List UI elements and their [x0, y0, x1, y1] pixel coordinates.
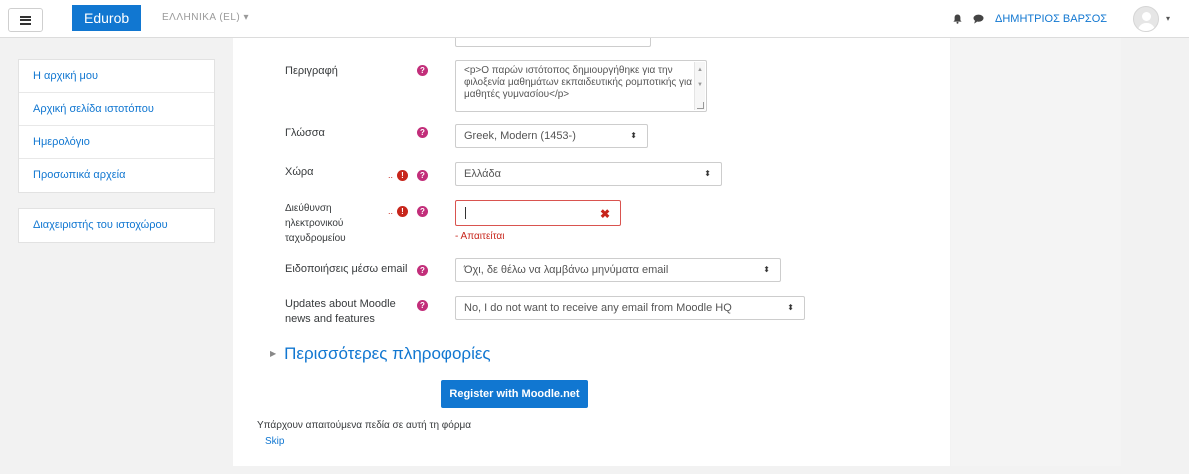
email-field[interactable]: ✖ — [455, 200, 621, 226]
help-icon[interactable]: ? — [417, 206, 428, 217]
chat-icon[interactable] — [973, 14, 984, 24]
updates-label-line1: Updates about Moodle — [285, 298, 396, 310]
help-icon[interactable]: ? — [417, 65, 428, 76]
updates-label-line2: news and features — [285, 313, 375, 325]
sidebar-item-calendar[interactable]: Ημερολόγιο — [19, 126, 214, 159]
more-info-label: Περισσότερες πληροφορίες — [284, 344, 491, 363]
select-arrow-icon: ⬍ — [787, 303, 794, 312]
chevron-right-icon: ▶ — [270, 349, 277, 358]
more-info-toggle[interactable]: ▶ Περισσότερες πληροφορίες — [270, 344, 491, 364]
avatar[interactable] — [1133, 6, 1159, 32]
email-notifications-value: Όχι, δε θέλω να λαμβάνω μηνύματα email — [464, 264, 669, 276]
language-label: ΕΛΛΗΝΙΚΑ (EL) — [162, 12, 241, 23]
menu-toggle-button[interactable] — [8, 8, 43, 32]
email-error-message: - Απαιτείται — [455, 231, 505, 242]
email-notifications-select[interactable]: Όχι, δε θέλω να λαμβάνω μηνύματα email ⬍ — [455, 258, 781, 282]
email-label-line3: ταχυδρομείου — [285, 233, 346, 244]
select-arrow-icon: ⬍ — [763, 265, 770, 274]
email-label-line2: ηλεκτρονικού — [285, 218, 344, 229]
top-navbar: Edurob ΕΛΛΗΝΙΚΑ (EL) ▾ ΔΗΜΗΤΡΙΟΣ ΒΑΡΣΟΣ … — [0, 0, 1189, 38]
language-select[interactable]: Greek, Modern (1453-) ⬍ — [455, 124, 648, 148]
required-icon: ! — [397, 170, 408, 181]
hamburger-icon — [20, 15, 31, 25]
sidebar-item-my-home[interactable]: Η αρχική μου — [19, 60, 214, 93]
required-marker-dots: .. — [388, 206, 394, 216]
chevron-down-icon[interactable]: ▾ — [1166, 14, 1170, 23]
language-label: Γλώσσα — [285, 127, 325, 139]
skip-link[interactable]: Skip — [265, 436, 284, 447]
country-label: Χώρα — [285, 166, 314, 178]
help-icon[interactable]: ? — [417, 127, 428, 138]
updates-label: Updates about Moodle news and features — [285, 297, 396, 327]
help-icon[interactable]: ? — [417, 170, 428, 181]
scroll-up-icon[interactable]: ▲ — [697, 64, 703, 76]
clear-icon[interactable]: ✖ — [600, 207, 610, 221]
help-icon[interactable]: ? — [417, 265, 428, 276]
email-notifications-label: Ειδοποιήσεις μέσω email — [285, 263, 408, 275]
description-textarea[interactable]: <p>Ο παρών ιστότοπος δημιουργήθηκε για τ… — [455, 60, 707, 112]
required-icon: ! — [397, 206, 408, 217]
resize-handle-icon[interactable] — [697, 102, 704, 109]
previous-field-edge — [455, 38, 651, 47]
sidebar: Η αρχική μου Αρχική σελίδα ιστοτόπου Ημε… — [18, 59, 215, 243]
country-select[interactable]: Ελλάδα ⬍ — [455, 162, 722, 186]
language-menu[interactable]: ΕΛΛΗΝΙΚΑ (EL) ▾ — [162, 12, 249, 23]
description-value: <p>Ο παρών ιστότοπος δημιουργήθηκε για τ… — [464, 65, 693, 100]
updates-value: No, I do not want to receive any email f… — [464, 302, 732, 314]
admin-block: Διαχειριστής του ιστοχώρου — [18, 208, 215, 243]
required-fields-note: Υπάρχουν απαιτούμενα πεδία σε αυτή τη φό… — [257, 420, 472, 431]
required-marker-dots: .. — [388, 170, 394, 180]
sidebar-item-site-administration[interactable]: Διαχειριστής του ιστοχώρου — [19, 209, 214, 242]
sidebar-item-site-home[interactable]: Αρχική σελίδα ιστοτόπου — [19, 93, 214, 126]
right-column — [951, 38, 1121, 466]
registration-form: Περιγραφή ? <p>Ο παρών ιστότοπος δημιουρ… — [233, 38, 950, 466]
description-label: Περιγραφή — [285, 65, 338, 77]
text-cursor — [465, 207, 466, 219]
language-value: Greek, Modern (1453-) — [464, 130, 576, 142]
bell-icon[interactable] — [953, 14, 962, 24]
sidebar-item-private-files[interactable]: Προσωπικά αρχεία — [19, 159, 214, 192]
user-menu[interactable]: ΔΗΜΗΤΡΙΟΣ ΒΑΡΣΟΣ — [995, 13, 1107, 25]
email-label: Διεύθυνση ηλεκτρονικού ταχυδρομείου — [285, 201, 346, 246]
select-arrow-icon: ⬍ — [630, 131, 637, 140]
help-icon[interactable]: ? — [417, 300, 428, 311]
chevron-down-icon: ▾ — [243, 12, 250, 23]
user-name: ΔΗΜΗΤΡΙΟΣ ΒΑΡΣΟΣ — [995, 13, 1108, 25]
updates-select[interactable]: No, I do not want to receive any email f… — [455, 296, 805, 320]
scroll-down-icon[interactable]: ▼ — [697, 79, 703, 91]
select-arrow-icon: ⬍ — [704, 169, 711, 178]
register-button[interactable]: Register with Moodle.net — [441, 380, 588, 408]
navigation-block: Η αρχική μου Αρχική σελίδα ιστοτόπου Ημε… — [18, 59, 215, 193]
country-value: Ελλάδα — [464, 168, 502, 180]
site-brand[interactable]: Edurob — [72, 5, 142, 31]
email-label-line1: Διεύθυνση — [285, 203, 332, 214]
